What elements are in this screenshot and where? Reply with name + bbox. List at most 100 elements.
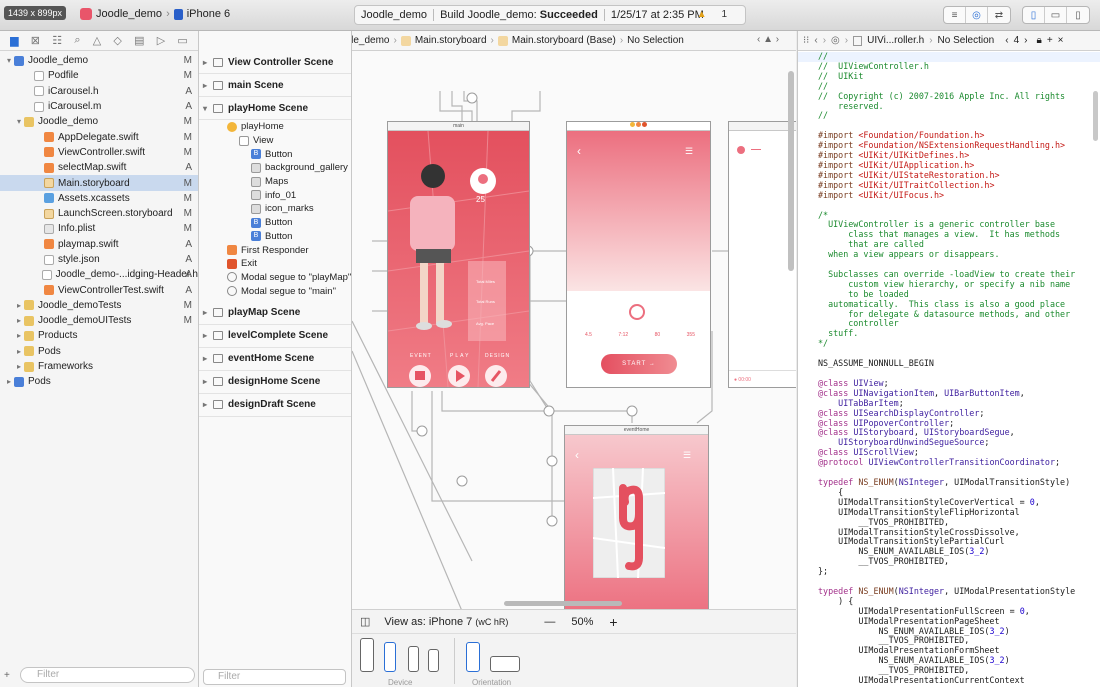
search-icon[interactable]: ⌕ [74,34,80,47]
utilities-toggle-icon[interactable]: ▯ [1067,7,1089,23]
related-items-icon[interactable]: ⁝⁝ [803,35,809,46]
disclosure-triangle-icon[interactable]: ▸ [203,58,213,67]
issue-icon[interactable]: △ [93,34,101,47]
navigator-item[interactable]: ▸ Frameworks [0,359,198,374]
debug-toggle-icon[interactable]: ▭ [1045,7,1067,23]
navigator-item[interactable]: ViewController.swift M [0,145,198,160]
back-arrow-icon[interactable]: ‹ [577,144,581,158]
disclosure-triangle-icon[interactable]: ▸ [14,316,24,325]
navigator-item[interactable]: playmap.swift A [0,237,198,252]
navigator-item[interactable]: AppDelegate.swift M [0,129,198,144]
outline-item[interactable]: B Button [199,216,351,230]
report-icon[interactable]: ▭ [177,34,187,47]
zoom-out-button[interactable]: — [544,616,555,628]
disclosure-triangle-icon[interactable]: ▾ [14,117,24,126]
storyboard-canvas[interactable]: main 25 Total Miles Total Runs Avg. Pace… [352,51,796,609]
editor-selection[interactable]: No Selection [938,35,995,46]
outline-item[interactable]: View [199,134,351,148]
filter-icon[interactable]: ☰ [683,450,691,461]
outline-toggle-icon[interactable]: ◫ [360,615,370,628]
scheme-selector[interactable]: Joodle_demo › iPhone 6 [80,8,230,20]
navigator-item[interactable]: Info.plist M [0,221,198,236]
assistant-icon[interactable]: ◎ [831,35,840,46]
navigator-item[interactable]: iCarousel.m A [0,99,198,114]
outline-scene[interactable]: ▸ playMap Scene [199,302,351,325]
outline-item[interactable]: Modal segue to "playMap" [199,271,351,285]
editor-file[interactable]: UIVi...roller.h [867,35,924,46]
navigator-item[interactable]: Assets.xcassets M [0,191,198,206]
outline-scene[interactable]: ▾ playHome Scene [199,97,351,120]
iphone-7-plus-icon[interactable] [384,642,396,672]
disclosure-triangle-icon[interactable]: ▸ [4,377,14,386]
navigator-item[interactable]: ▸ Products [0,328,198,343]
navigator-item[interactable]: Main.storyboard M [0,175,198,191]
navigator-item[interactable]: selectMap.swift A [0,160,198,175]
navigator-item[interactable]: ▸ Joodle_demoUITests M [0,313,198,328]
breadcrumb-item[interactable]: No Selection [627,35,684,46]
version-editor-icon[interactable]: ⇄ [988,7,1010,23]
navigator-item[interactable]: Joodle_demo-...idging-Header.h A [0,267,198,282]
outline-scene[interactable]: ▸ designDraft Scene [199,394,351,417]
assistant-editor-icon[interactable]: ◎ [966,7,988,23]
navigator-item[interactable]: ViewControllerTest.swift A [0,282,198,297]
filter-icon[interactable]: ☰ [685,146,693,157]
back-arrow-icon[interactable]: ‹ [814,35,817,46]
scene-playhome[interactable]: ‹ ☰ 4.5 7:12 80 355 START → [566,121,711,388]
portrait-icon[interactable] [466,642,480,672]
navigator-item[interactable]: style.json A [0,252,198,267]
disclosure-triangle-icon[interactable]: ▸ [14,347,24,356]
disclosure-triangle-icon[interactable]: ▾ [4,56,14,65]
debug-icon[interactable]: ▤ [134,34,144,47]
prev-counterpart-icon[interactable]: ‹ [1005,35,1008,46]
editor-scrollbar[interactable] [1093,91,1098,141]
canvas-horizontal-scrollbar[interactable] [504,601,622,606]
navigator-item[interactable]: ▸ Pods [0,374,198,389]
outline-item[interactable]: First Responder [199,243,351,257]
forward-arrow-icon[interactable]: › [823,35,826,46]
navigator-filter-input[interactable]: Filter [20,667,195,683]
outline-scene[interactable]: ▸ designHome Scene [199,371,351,394]
view-as-label[interactable]: View as: iPhone 7 (wC hR) [384,616,508,628]
source-code[interactable]: // // UIViewController.h // UIKit // // … [818,51,1100,686]
breadcrumb-item[interactable]: Main.storyboard (Base) [512,35,616,46]
disclosure-triangle-icon[interactable]: ▸ [203,308,213,317]
back-arrow-icon[interactable]: ‹ [575,448,579,462]
outline-item[interactable]: B Button [199,147,351,161]
outline-item[interactable]: background_gallery [199,161,351,175]
breadcrumb-item[interactable]: Main.storyboard [415,35,487,46]
disclosure-triangle-icon[interactable]: ▸ [14,331,24,340]
navigator-toggle-icon[interactable]: ▯ [1023,7,1045,23]
test-icon[interactable]: ◇ [113,34,121,47]
hierarchy-icon[interactable]: ☷ [52,34,62,47]
navigator-item[interactable]: LaunchScreen.storyboard M [0,206,198,221]
outline-item[interactable]: Exit [199,257,351,271]
standard-editor-icon[interactable]: ≡ [944,7,966,23]
navigator-item[interactable]: ▸ Joodle_demoTests M [0,298,198,313]
outline-item[interactable]: Modal segue to "main" [199,284,351,298]
jump-nav-icons[interactable]: ‹ ▲ › [757,34,779,45]
canvas-vertical-scrollbar[interactable] [788,71,794,271]
outline-scene[interactable]: ▸ View Controller Scene [199,51,351,74]
outline-item[interactable]: icon_marks [199,202,351,216]
zoom-in-button[interactable]: + [609,614,617,630]
start-button[interactable]: START → [601,354,677,374]
outline-filter-input[interactable]: Filter [203,669,346,685]
source-control-icon[interactable]: ⊠ [31,34,40,47]
outline-item[interactable]: Maps [199,175,351,189]
disclosure-triangle-icon[interactable]: ▸ [203,377,213,386]
disclosure-triangle-icon[interactable]: ▸ [203,400,213,409]
disclosure-triangle-icon[interactable]: ▸ [203,81,213,90]
outline-item[interactable]: B Button [199,230,351,244]
add-icon[interactable]: + [4,670,10,681]
outline-item[interactable]: info_01 [199,188,351,202]
disclosure-triangle-icon[interactable]: ▸ [14,362,24,371]
add-editor-icon[interactable]: + [1047,35,1053,46]
disclosure-triangle-icon[interactable]: ▾ [203,104,213,113]
event-map-card[interactable] [593,468,665,578]
outline-scene[interactable]: ▸ eventHome Scene [199,348,351,371]
navigator-item[interactable]: ▸ Pods [0,344,198,359]
iphone-se-icon[interactable] [428,649,439,672]
folder-icon[interactable]: ▆ [10,34,18,47]
scene-eventhome[interactable]: eventHome ‹ ☰ [564,425,709,609]
next-counterpart-icon[interactable]: › [1024,35,1027,46]
